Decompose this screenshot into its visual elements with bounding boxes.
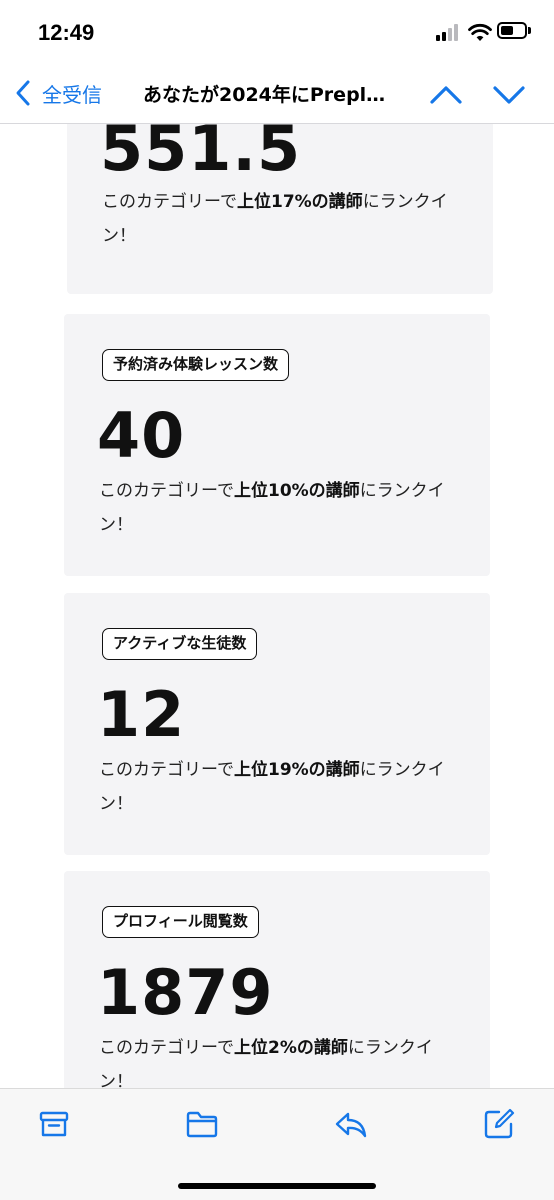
battery-tip: [528, 27, 531, 34]
stat-card: アクティブな生徒数 12 このカテゴリーで上位19%の講師にランクイン！: [64, 593, 490, 855]
stat-number: 40: [97, 399, 186, 472]
folder-icon[interactable]: [185, 1107, 219, 1141]
stat-label-tag: プロフィール閲覧数: [102, 906, 259, 938]
stat-label-tag: 予約済み体験レッスン数: [102, 349, 290, 381]
stat-number: 551.5: [100, 124, 302, 185]
stat-number: 1879: [97, 956, 274, 1029]
compose-icon[interactable]: [482, 1107, 516, 1141]
chevron-down-icon[interactable]: [492, 80, 526, 108]
stat-number: 12: [97, 678, 186, 751]
email-body[interactable]: 551.5 このカテゴリーで上位17%の講師にランクイン！ 予約済み体験レッスン…: [0, 124, 554, 1088]
status-bar: 12:49: [0, 0, 554, 62]
stat-label-tag: アクティブな生徒数: [102, 628, 258, 660]
mail-nav-bar: 全受信 あなたが2024年にPrepl…: [0, 62, 554, 124]
back-label: 全受信: [42, 82, 102, 107]
wifi-icon: [468, 23, 492, 41]
battery-icon: [497, 22, 527, 39]
stat-description: このカテゴリーで上位2%の講師にランクイン！: [99, 1038, 433, 1088]
stat-card: 551.5 このカテゴリーで上位17%の講師にランクイン！: [67, 124, 493, 294]
reply-icon[interactable]: [334, 1107, 368, 1141]
chevron-up-icon[interactable]: [429, 80, 463, 108]
message-subject-title: あなたが2024年にPrepl…: [143, 84, 386, 106]
stat-description: このカテゴリーで上位19%の講師にランクイン！: [99, 760, 445, 814]
chevron-left-icon: [16, 80, 30, 106]
home-indicator[interactable]: [178, 1183, 376, 1189]
stat-description: このカテゴリーで上位10%の講師にランクイン！: [99, 481, 445, 535]
status-time: 12:49: [38, 20, 95, 45]
cellular-signal-icon: [436, 23, 462, 41]
stat-card: プロフィール閲覧数 1879 このカテゴリーで上位2%の講師にランクイン！: [64, 871, 490, 1088]
back-button[interactable]: 全受信: [14, 77, 102, 109]
archive-icon[interactable]: [37, 1107, 71, 1141]
stat-card: 予約済み体験レッスン数 40 このカテゴリーで上位10%の講師にランクイン！: [64, 314, 490, 576]
stat-description: このカテゴリーで上位17%の講師にランクイン！: [102, 192, 448, 246]
